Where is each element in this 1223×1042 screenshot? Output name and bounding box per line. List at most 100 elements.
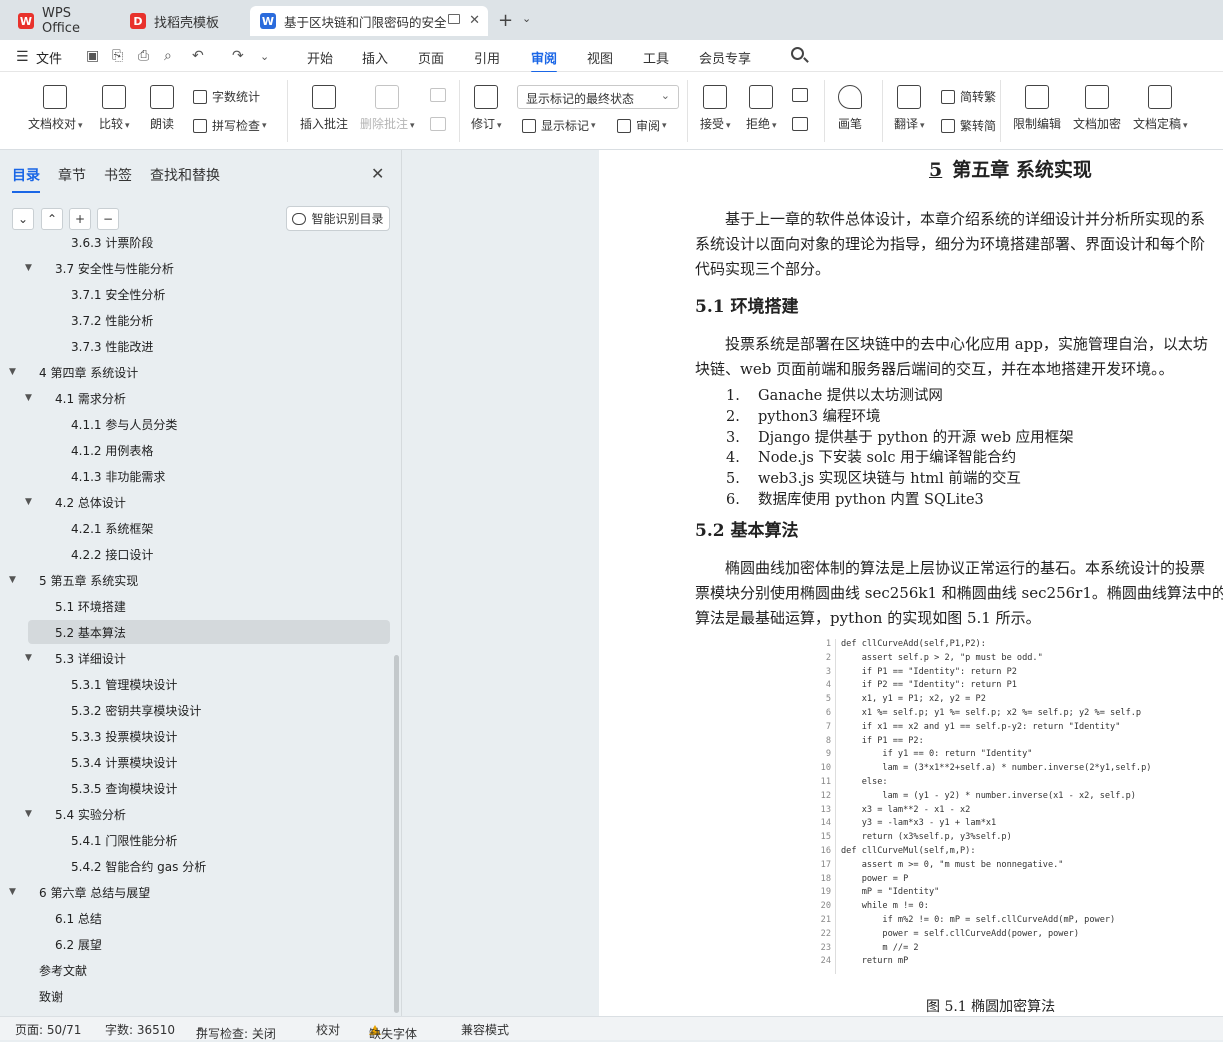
add-heading-button[interactable]: + <box>69 208 91 230</box>
toc-item[interactable]: 5.1 环境搭建 <box>0 594 392 618</box>
nav-tab-chapters[interactable]: 章节 <box>58 165 86 185</box>
document-page[interactable]: 5 第五章 系统实现 基于上一章的软件总体设计，本章介绍系统的详细设计并分析所实现… <box>599 150 1223 1016</box>
toc-item[interactable]: 3.7.2 性能分析 <box>0 308 392 332</box>
accept-button[interactable]: 接受 ▾ <box>700 85 731 132</box>
toc-item[interactable]: 4.1.2 用例表格 <box>0 438 392 462</box>
expand-arrow-icon[interactable]: ▼ <box>9 575 16 585</box>
toc-item[interactable]: ▼ 4.1 需求分析 <box>0 386 392 410</box>
read-aloud-button[interactable]: 朗读 <box>150 85 174 132</box>
menu-tools[interactable]: 工具 <box>643 48 669 67</box>
insert-comment-button[interactable]: 插入批注 <box>300 85 348 132</box>
toc-item[interactable]: 5.4.1 门限性能分析 <box>0 828 392 852</box>
expand-arrow-icon[interactable]: ▼ <box>25 809 32 819</box>
menu-member[interactable]: 会员专享 <box>699 48 751 67</box>
toc-item[interactable]: 5.2 基本算法 <box>28 620 390 644</box>
menu-start[interactable]: 开始 <box>307 48 333 67</box>
word-count[interactable]: 字数: 36510 <box>105 1021 175 1038</box>
expand-arrow-icon[interactable]: ▼ <box>9 887 16 897</box>
toc-item[interactable]: 5.3.2 密钥共享模块设计 <box>0 698 392 722</box>
nav-tab-find-replace[interactable]: 查找和替换 <box>150 165 220 185</box>
smart-toc-button[interactable]: 智能识别目录 <box>286 206 390 231</box>
word-count-button[interactable]: 字数统计 <box>193 88 260 105</box>
toc-item[interactable]: 3.7.1 安全性分析 <box>0 282 392 306</box>
toc-item[interactable]: ▼ 4 第四章 系统设计 <box>0 360 392 384</box>
page-count[interactable]: 页面: 50/71 <box>15 1021 81 1038</box>
print-icon[interactable]: ⎙ <box>138 48 149 64</box>
next-comment-icon[interactable] <box>430 117 446 131</box>
next-change-icon[interactable] <box>792 117 808 131</box>
reject-button[interactable]: 拒绝 ▾ <box>746 85 777 132</box>
toc-item[interactable]: 4.2.1 系统框架 <box>0 516 392 540</box>
search-icon[interactable] <box>791 47 804 60</box>
toc-item[interactable]: 5.4.2 智能合约 gas 分析 <box>0 854 392 878</box>
expand-arrow-icon[interactable]: ▼ <box>25 497 32 507</box>
tab-daoke[interactable]: D 找稻壳模板 <box>120 6 242 36</box>
translate-button[interactable]: 翻译 ▾ <box>894 85 925 132</box>
toc-item[interactable]: 5.3.1 管理模块设计 <box>0 672 392 696</box>
pen-button[interactable]: 画笔 <box>838 85 862 132</box>
close-icon[interactable]: ✕ <box>371 164 384 183</box>
revise-button[interactable]: 修订 ▾ <box>471 85 502 132</box>
toc-item[interactable]: 5.3.5 查询模块设计 <box>0 776 392 800</box>
menu-page[interactable]: 页面 <box>418 48 444 67</box>
prev-change-icon[interactable] <box>792 88 808 102</box>
spell-check-button[interactable]: 拼写检查 ▾ <box>193 117 267 134</box>
toc-item[interactable]: 5.3.3 投票模块设计 <box>0 724 392 748</box>
toc-item[interactable]: ▼ 5.4 实验分析 <box>0 802 392 826</box>
toc-item[interactable]: 3.6.3 计票阶段 <box>0 230 392 254</box>
chevron-down-icon[interactable]: ⌄ <box>522 12 531 25</box>
remove-heading-button[interactable]: − <box>97 208 119 230</box>
toc-item[interactable]: ▼ 5.3 详细设计 <box>0 646 392 670</box>
scrollbar[interactable] <box>394 655 399 1013</box>
markup-state-select[interactable]: 显示标记的最终状态 ⌄ <box>517 85 679 109</box>
undo-icon[interactable]: ↶ <box>192 48 204 64</box>
restrict-edit-button[interactable]: 限制编辑 <box>1013 85 1061 132</box>
toc-item[interactable]: ▼ 6 第六章 总结与展望 <box>0 880 392 904</box>
tab-document[interactable]: W 基于区块链和门限密码的安全 ✕ <box>250 6 488 36</box>
toc-item[interactable]: 6.2 展望 <box>0 932 392 956</box>
toc-item[interactable]: 参考文献 <box>0 958 392 982</box>
doc-encrypt-button[interactable]: 文档加密 <box>1073 85 1121 132</box>
menu-view[interactable]: 视图 <box>587 48 613 67</box>
doc-proof-button[interactable]: 文档校对 ▾ <box>28 85 83 132</box>
print-preview-icon[interactable]: ⌕ <box>164 48 172 64</box>
review-pane-button[interactable]: 审阅 ▾ <box>617 117 667 134</box>
toc-item[interactable]: 3.7.3 性能改进 <box>0 334 392 358</box>
expand-arrow-icon[interactable]: ▼ <box>25 263 32 273</box>
toc-item[interactable]: 5.3.4 计票模块设计 <box>0 750 392 774</box>
toc-item[interactable]: 4.2.2 接口设计 <box>0 542 392 566</box>
menu-review[interactable]: 审阅 <box>531 48 558 73</box>
toc-item[interactable]: ▼ 3.7 安全性与性能分析 <box>0 256 392 280</box>
tab-wps-office[interactable]: W WPS Office <box>8 6 113 36</box>
nav-tab-bookmarks[interactable]: 书签 <box>104 165 132 185</box>
show-markup-button[interactable]: 显示标记 ▾ <box>522 117 596 134</box>
expand-arrow-icon[interactable]: ▼ <box>25 653 32 663</box>
menu-reference[interactable]: 引用 <box>474 48 500 67</box>
nav-tab-toc[interactable]: 目录 <box>12 165 40 193</box>
toc-item[interactable]: 致谢 <box>0 984 392 1008</box>
expand-arrow-icon[interactable]: ▼ <box>9 367 16 377</box>
collapse-all-button[interactable]: ⌄ <box>12 208 34 230</box>
close-tab-icon[interactable]: ✕ <box>469 13 480 28</box>
delete-comment-button[interactable]: 删除批注 ▾ <box>360 85 415 132</box>
save-icon[interactable]: ▣ <box>86 48 99 64</box>
toc-item[interactable]: 4.1.1 参与人员分类 <box>0 412 392 436</box>
redo-icon[interactable]: ↷ <box>232 48 244 64</box>
new-tab-icon[interactable]: + <box>498 10 513 31</box>
move-up-button[interactable]: ⌃ <box>41 208 63 230</box>
menu-insert[interactable]: 插入 <box>362 48 388 67</box>
quick-access-more-icon[interactable]: ⌄ <box>260 50 269 63</box>
menu-file[interactable]: 文件 <box>36 48 62 67</box>
toc-item[interactable]: ▼ 5 第五章 系统实现 <box>0 568 392 592</box>
toc-item[interactable]: ▼ 4.2 总体设计 <box>0 490 392 514</box>
proof-status[interactable]: 校对 <box>316 1021 340 1038</box>
monitor-icon[interactable] <box>448 14 460 24</box>
compare-button[interactable]: 比较 ▾ <box>99 85 130 132</box>
prev-comment-icon[interactable] <box>430 88 446 102</box>
toc-item[interactable]: 4.1.3 非功能需求 <box>0 464 392 488</box>
doc-finalize-button[interactable]: 文档定稿 ▾ <box>1133 85 1188 132</box>
to-simplified-button[interactable]: 繁转简 <box>941 117 996 134</box>
hamburger-icon[interactable]: ☰ <box>16 49 29 65</box>
toc-item[interactable]: 6.1 总结 <box>0 906 392 930</box>
share-icon[interactable]: ⎘ <box>112 48 123 64</box>
